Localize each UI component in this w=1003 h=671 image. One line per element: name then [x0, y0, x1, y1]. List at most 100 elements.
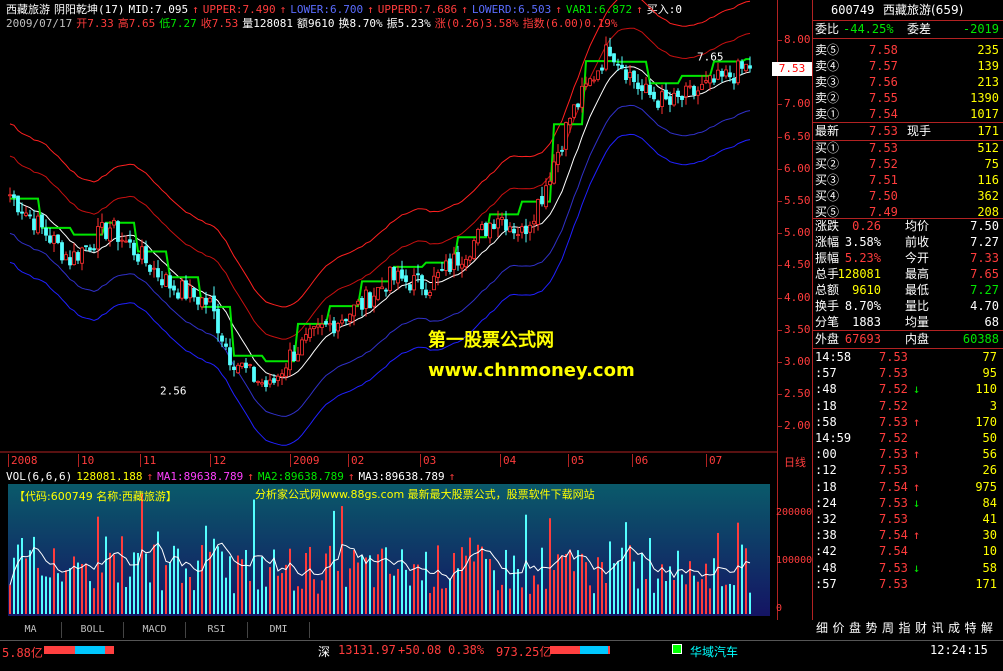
tick-arrow: ↑ [913, 479, 921, 494]
bid-price: 7.51 [869, 173, 898, 187]
price-tick-mark [778, 329, 782, 331]
volume-bar [9, 585, 11, 614]
tick-row: 14:58 7.53 77 [815, 349, 1001, 365]
candle-body [340, 319, 344, 324]
volume-bar [593, 593, 595, 614]
candle-body [144, 246, 148, 264]
volume-chart[interactable] [0, 484, 777, 620]
volume-bar [729, 583, 731, 614]
quote-tab[interactable]: 成 [948, 619, 960, 636]
quote-tab[interactable]: 细 [816, 619, 828, 636]
volume-bar [281, 573, 283, 614]
quote-tab[interactable]: 解 [981, 619, 993, 636]
candle-body [196, 296, 200, 305]
tick-row: 14:59 7.52 50 [815, 430, 1001, 446]
volume-bar [365, 557, 367, 614]
candle-body [28, 214, 32, 217]
volume-bar [417, 564, 419, 614]
ask-label: 卖⑤ [815, 43, 840, 57]
volume-bar [205, 525, 207, 614]
candle-body [532, 220, 536, 225]
candle-body [208, 297, 212, 303]
stat-row: 分笔 1883 均量 68 [815, 314, 1001, 330]
volume-bar [97, 516, 99, 614]
candle-body [644, 83, 648, 94]
candle-body [264, 380, 268, 387]
tab-ma[interactable]: MA [0, 622, 62, 638]
tick-arrow: ↑ [913, 447, 921, 462]
candle-body [188, 285, 192, 299]
tab-dmi[interactable]: DMI [248, 622, 310, 638]
volume-bar [193, 590, 195, 614]
quote-tab[interactable]: 盘 [849, 619, 861, 636]
ask-row: 卖③ 7.56 213 [815, 74, 1001, 90]
bid-label: 买② [815, 157, 840, 171]
candle-body [684, 85, 688, 98]
chart-area[interactable]: 西藏旅游 阴阳乾坤(17) MID:7.095 ↑ UPPER:7.490 ↑ LOWER:… [0, 0, 777, 620]
volume-bar [633, 561, 635, 614]
volume-bar [121, 536, 123, 614]
latest-row: 最新 7.53 现手 171 [815, 123, 1001, 139]
volume-bar [429, 593, 431, 614]
tab-rsi[interactable]: RSI [186, 622, 248, 638]
candle-body [604, 44, 608, 70]
volume-bar [673, 579, 675, 614]
candle-body [408, 284, 412, 291]
tick-price: 7.52 [879, 382, 908, 397]
tick-arrow: ↑ [913, 414, 921, 429]
candle-body [716, 69, 720, 80]
stat-label-2: 最高 [905, 267, 930, 281]
ask-volume: 235 [977, 43, 999, 57]
candle-body [696, 90, 700, 96]
bid-volume: 75 [984, 157, 999, 171]
quote-tab[interactable]: 特 [965, 619, 977, 636]
volume-bar [541, 547, 543, 614]
candle-body [564, 122, 568, 150]
candle-body [504, 219, 508, 231]
candle-body [220, 335, 224, 342]
quote-tab[interactable]: 指 [899, 619, 911, 636]
candle-body [324, 321, 328, 325]
tick-time: :18 [815, 398, 837, 413]
price-chart[interactable]: 7.65 2.56 [0, 0, 777, 470]
tick-time: :57 [815, 576, 837, 591]
stat-value: 3.58% [844, 235, 881, 249]
volume-bar [41, 575, 43, 614]
volume-bar [221, 551, 223, 614]
candle-body [404, 275, 408, 282]
quote-tab[interactable]: 周 [882, 619, 894, 636]
candle-body [748, 65, 752, 69]
volume-bar [745, 548, 747, 614]
volume-bar [437, 545, 439, 614]
volume-bar [585, 562, 587, 614]
volume-bar [217, 546, 219, 614]
volume-header-item-8: ↑ [448, 470, 456, 483]
x-label: 12 [210, 454, 226, 467]
candle-body [692, 85, 696, 96]
candle-body [480, 224, 484, 230]
volume-bar [625, 522, 627, 614]
tick-price: 7.52 [879, 398, 908, 413]
candle-body [520, 226, 524, 233]
quote-tab[interactable]: 财 [915, 619, 927, 636]
tick-time: :00 [815, 447, 837, 462]
tab-macd[interactable]: MACD [124, 622, 186, 638]
tick-arrow: ↓ [913, 560, 921, 575]
quote-tab[interactable]: 价 [833, 619, 845, 636]
volume-bar [725, 584, 727, 614]
candle-body [612, 53, 616, 63]
x-label: 2008 [8, 454, 38, 467]
tick-volume: 95 [982, 366, 997, 381]
ask-price: 7.55 [869, 91, 898, 105]
candle-body [544, 185, 548, 208]
volume-bar [309, 546, 311, 614]
quote-tab[interactable]: 讯 [932, 619, 944, 636]
candle-body [56, 234, 60, 243]
candle-body [240, 362, 244, 367]
volume-bar [89, 581, 91, 614]
quote-tab[interactable]: 势 [866, 619, 878, 636]
ticker-text[interactable]: 华域汽车 [690, 643, 738, 660]
volume-bar [269, 567, 271, 614]
tab-boll[interactable]: BOLL [62, 622, 124, 638]
stat-label-2: 今开 [905, 251, 930, 265]
